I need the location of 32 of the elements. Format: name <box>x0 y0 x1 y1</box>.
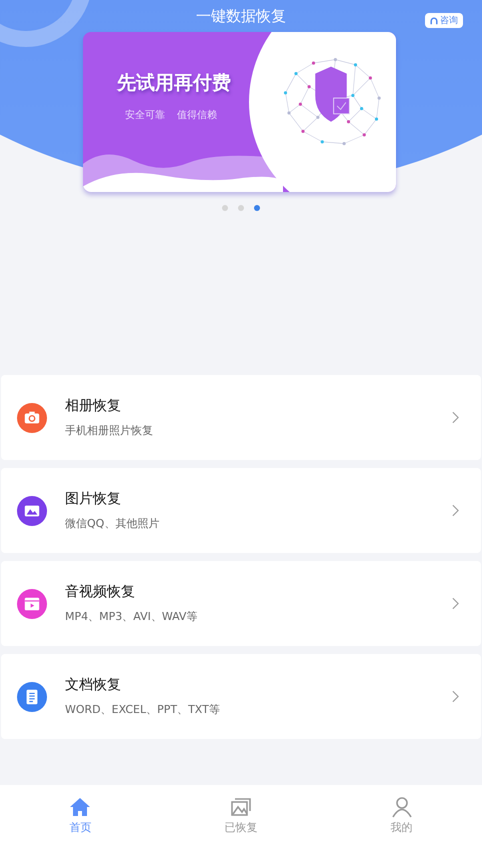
chevron-right-icon <box>452 411 459 424</box>
recovery-item[interactable]: 文档恢复 WORD、EXCEL、PPT、TXT等 <box>1 654 481 739</box>
banner-tagline: 值得信赖 <box>177 108 217 122</box>
item-subtitle: WORD、EXCEL、PPT、TXT等 <box>65 702 221 717</box>
recovery-item[interactable]: 音视频恢复 MP4、MP3、AVI、WAV等 <box>1 561 481 646</box>
chevron-right-icon <box>452 597 459 610</box>
carousel-dot[interactable] <box>222 205 228 211</box>
tab-bar-item[interactable]: 已恢复 <box>160 785 322 846</box>
item-title: 图片恢复 <box>65 490 122 508</box>
carousel-dot[interactable] <box>254 205 260 211</box>
item-subtitle: 手机相册照片恢复 <box>65 423 154 438</box>
photos-icon <box>230 796 252 818</box>
banner-headline: 先试用再付费 <box>117 71 231 96</box>
home-icon <box>69 796 92 818</box>
banner-tagline: 安全可靠 <box>125 108 165 122</box>
tab-bar-item[interactable]: 首页 <box>0 785 161 846</box>
carousel-dot[interactable] <box>238 205 244 211</box>
headset-icon <box>430 16 438 24</box>
promo-banner[interactable]: 先试用再付费 安全可靠 值得信赖 <box>83 32 396 192</box>
chevron-right-icon <box>452 504 459 517</box>
recovery-item[interactable]: 图片恢复 微信QQ、其他照片 <box>1 468 481 553</box>
app-title: 一键数据恢复 <box>196 6 286 26</box>
recovery-item[interactable]: 相册恢复 手机相册照片恢复 <box>1 375 481 460</box>
item-title: 音视频恢复 <box>65 583 136 601</box>
consult-button[interactable]: 咨询 <box>425 13 463 28</box>
item-title: 相册恢复 <box>65 397 122 415</box>
item-title: 文档恢复 <box>65 676 122 694</box>
item-subtitle: 微信QQ、其他照片 <box>65 516 160 531</box>
tab-bar-item[interactable]: 我的 <box>321 785 482 846</box>
item-subtitle: MP4、MP3、AVI、WAV等 <box>65 609 198 624</box>
person-icon <box>390 796 413 818</box>
chevron-right-icon <box>452 690 459 703</box>
